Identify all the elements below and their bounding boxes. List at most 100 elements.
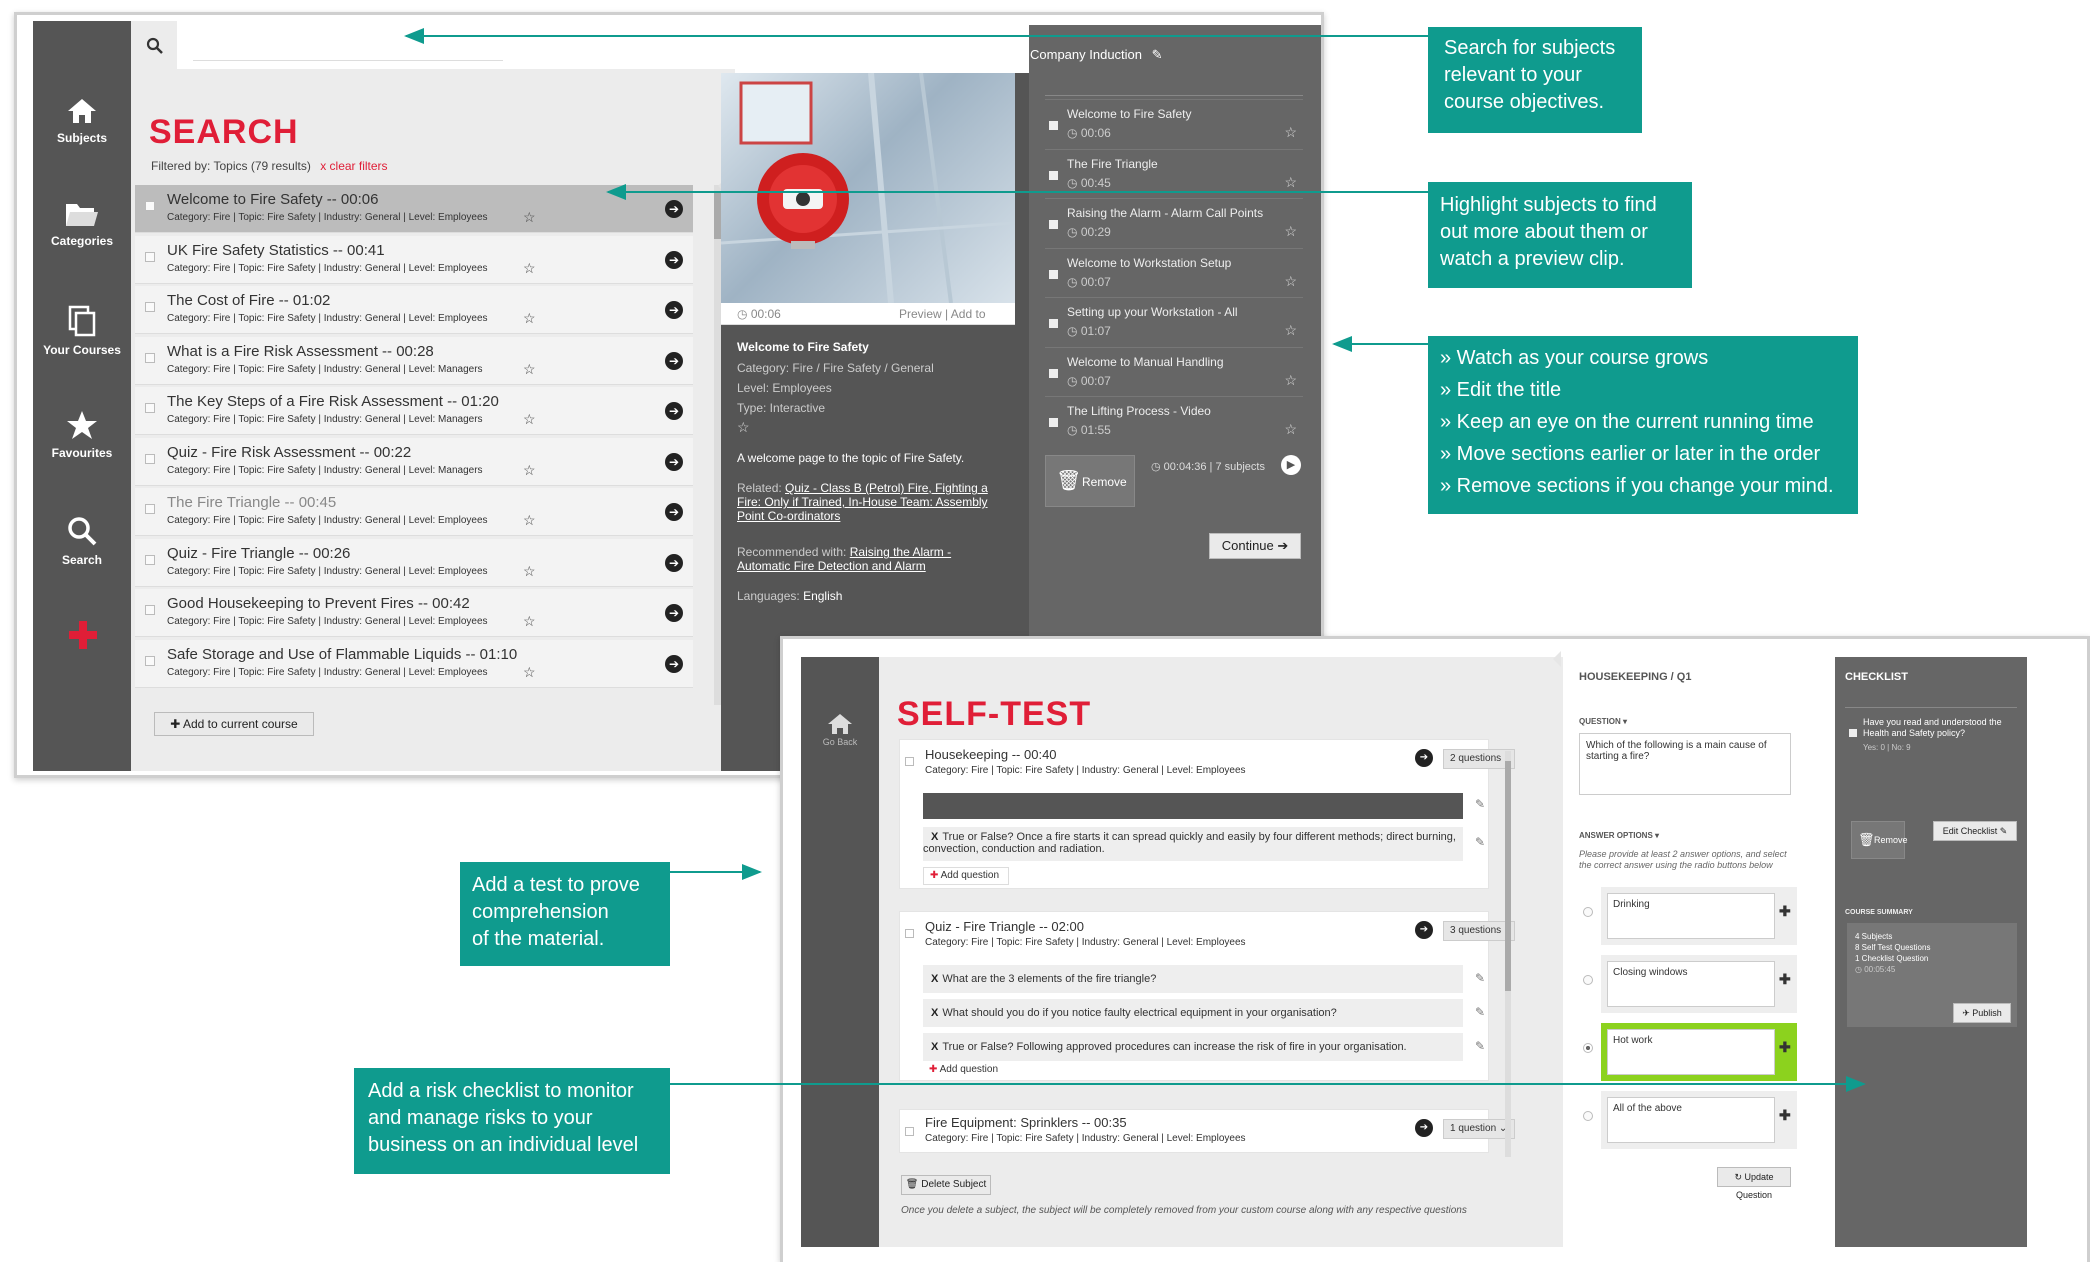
- arrow-right-icon[interactable]: ➔: [665, 604, 683, 622]
- result-row[interactable]: Safe Storage and Use of Flammable Liquid…: [135, 639, 693, 688]
- result-checkbox[interactable]: [145, 403, 155, 413]
- favourite-star-icon[interactable]: ☆: [523, 664, 536, 681]
- result-row[interactable]: UK Fire Safety Statistics -- 00:41 Catego…: [135, 235, 693, 284]
- answer-input[interactable]: Hot work: [1607, 1029, 1775, 1075]
- nav-search[interactable]: Search: [33, 515, 131, 567]
- add-question-button[interactable]: ✚ Add question: [923, 867, 1009, 885]
- delete-subject-button[interactable]: 🗑 Delete Subject: [901, 1175, 991, 1195]
- arrow-right-icon[interactable]: ➔: [665, 250, 683, 269]
- edit-pencil-icon[interactable]: ✎: [1475, 971, 1485, 985]
- answer-radio[interactable]: [1583, 1043, 1593, 1053]
- course-item[interactable]: The Fire Triangle ◷ 00:45 ☆: [1045, 148, 1303, 198]
- course-item[interactable]: The Lifting Process - Video ◷ 01:55 ☆: [1045, 396, 1303, 445]
- favourite-star-icon[interactable]: ☆: [523, 563, 536, 580]
- favourite-star-icon[interactable]: ☆: [1284, 124, 1297, 141]
- results-scrollbar[interactable]: [714, 185, 721, 705]
- arrow-right-icon[interactable]: ➔: [665, 301, 683, 319]
- add-question-button[interactable]: ✚ Add question: [923, 1063, 1009, 1079]
- clear-filters-link[interactable]: x clear filters: [320, 159, 387, 173]
- course-item[interactable]: Welcome to Manual Handling ◷ 00:07 ☆: [1045, 346, 1303, 396]
- answer-radio[interactable]: [1583, 1111, 1593, 1121]
- course-item[interactable]: Welcome to Fire Safety ◷ 00:06 ☆: [1045, 99, 1303, 148]
- update-question-button[interactable]: ↻ Update Question: [1717, 1167, 1791, 1200]
- question-row[interactable]: X What are the 3 elements of the fire tri…: [923, 965, 1463, 993]
- edit-pencil-icon[interactable]: ✎: [1475, 1039, 1485, 1053]
- result-row[interactable]: The Fire Triangle -- 00:45 Category: Fire…: [135, 488, 693, 536]
- result-checkbox[interactable]: [145, 201, 155, 211]
- favourite-star-icon[interactable]: ☆: [523, 310, 536, 327]
- arrow-right-icon[interactable]: ➔: [1415, 921, 1433, 939]
- publish-button[interactable]: ✈ Publish: [1953, 1003, 2011, 1023]
- edit-pencil-icon[interactable]: ✎: [1475, 1005, 1485, 1019]
- arrow-right-icon[interactable]: ➔: [665, 503, 683, 521]
- question-row[interactable]: X What should you do if you notice faulty…: [923, 999, 1463, 1027]
- favourite-star-icon[interactable]: ☆: [1284, 322, 1297, 339]
- edit-pencil-icon[interactable]: ✎: [1475, 797, 1485, 811]
- favourite-star-icon[interactable]: ☆: [737, 419, 750, 436]
- result-row[interactable]: What is a Fire Risk Assessment -- 00:28 C…: [135, 336, 693, 385]
- answer-radio[interactable]: [1583, 907, 1593, 917]
- result-row[interactable]: Quiz - Fire Risk Assessment -- 00:22 Cate…: [135, 437, 693, 486]
- favourite-star-icon[interactable]: ☆: [523, 613, 536, 630]
- favourite-star-icon[interactable]: ☆: [523, 462, 536, 479]
- favourite-star-icon[interactable]: ☆: [523, 361, 536, 378]
- course-item[interactable]: Welcome to Workstation Setup ◷ 00:07 ☆: [1045, 247, 1303, 297]
- course-item-checkbox[interactable]: [1049, 170, 1058, 180]
- course-item-checkbox[interactable]: [1049, 121, 1058, 130]
- favourite-star-icon[interactable]: ☆: [523, 260, 536, 277]
- preview-video[interactable]: [721, 73, 1015, 303]
- arrow-right-icon[interactable]: ➔: [665, 452, 683, 471]
- answer-input[interactable]: Closing windows: [1607, 961, 1775, 1007]
- arrow-right-icon[interactable]: ➔: [665, 553, 683, 572]
- continue-button[interactable]: Continue ➔: [1209, 533, 1301, 559]
- course-item-checkbox[interactable]: [1049, 368, 1058, 378]
- add-answer-plus-icon[interactable]: ✚: [1779, 1107, 1791, 1124]
- result-checkbox[interactable]: [145, 554, 155, 565]
- arrow-right-icon[interactable]: ➔: [1415, 1119, 1433, 1137]
- favourite-star-icon[interactable]: ☆: [1284, 421, 1297, 438]
- result-row[interactable]: Welcome to Fire Safety -- 00:06 Category:…: [135, 185, 693, 233]
- scrollbar-thumb[interactable]: [714, 191, 721, 239]
- nav-your-courses[interactable]: Your Courses: [33, 305, 131, 357]
- arrow-right-icon[interactable]: ➔: [665, 654, 683, 673]
- edit-title-pencil-icon[interactable]: ✎: [1152, 47, 1163, 62]
- result-row[interactable]: Quiz - Fire Triangle -- 00:26 Category: F…: [135, 538, 693, 587]
- favourite-star-icon[interactable]: ☆: [523, 209, 536, 226]
- answer-input[interactable]: Drinking: [1607, 893, 1775, 939]
- play-course-icon[interactable]: ▶: [1281, 455, 1301, 475]
- nav-subjects[interactable]: Subjects: [33, 97, 131, 145]
- scrollbar-thumb[interactable]: [1505, 761, 1511, 991]
- edit-pencil-icon[interactable]: ✎: [1475, 835, 1485, 849]
- nav-categories[interactable]: Categories: [33, 200, 131, 248]
- arrow-right-icon[interactable]: ➔: [665, 402, 683, 420]
- result-row[interactable]: The Cost of Fire -- 01:02 Category: Fire …: [135, 286, 693, 334]
- edit-checklist-button[interactable]: Edit Checklist ✎: [1933, 821, 2017, 841]
- question-textarea[interactable]: Which of the following is a main cause o…: [1579, 733, 1791, 795]
- course-item-checkbox[interactable]: [1049, 269, 1058, 279]
- favourite-star-icon[interactable]: ☆: [523, 411, 536, 428]
- arrow-right-icon[interactable]: ➔: [665, 351, 683, 370]
- favourite-star-icon[interactable]: ☆: [1284, 372, 1297, 389]
- course-item-checkbox[interactable]: [1049, 418, 1058, 427]
- course-title[interactable]: Company Induction ✎: [1030, 47, 1163, 63]
- arrow-right-icon[interactable]: ➔: [1415, 749, 1433, 767]
- search-input[interactable]: [193, 31, 503, 61]
- add-answer-plus-icon[interactable]: ✚: [1779, 903, 1791, 920]
- answer-radio[interactable]: [1583, 975, 1593, 985]
- go-back-button[interactable]: Go Back: [801, 713, 879, 747]
- result-checkbox[interactable]: [145, 605, 155, 615]
- checklist-checkbox[interactable]: [1849, 729, 1857, 737]
- arrow-right-icon[interactable]: ➔: [665, 200, 683, 218]
- result-checkbox[interactable]: [145, 453, 155, 464]
- result-row[interactable]: The Key Steps of a Fire Risk Assessment …: [135, 387, 693, 435]
- course-remove-button[interactable]: 🗑 Remove: [1045, 455, 1135, 507]
- preview-links[interactable]: Preview | Add to: [899, 307, 986, 321]
- result-checkbox[interactable]: [145, 251, 155, 262]
- question-row[interactable]: X True or False? Once a fire starts it ca…: [923, 827, 1463, 861]
- course-item-checkbox[interactable]: [1049, 220, 1058, 229]
- subject-checkbox[interactable]: [905, 929, 914, 938]
- add-answer-plus-icon[interactable]: ✚: [1779, 971, 1791, 988]
- search-button[interactable]: [131, 21, 177, 69]
- result-checkbox[interactable]: [145, 302, 155, 312]
- result-checkbox[interactable]: [145, 504, 155, 514]
